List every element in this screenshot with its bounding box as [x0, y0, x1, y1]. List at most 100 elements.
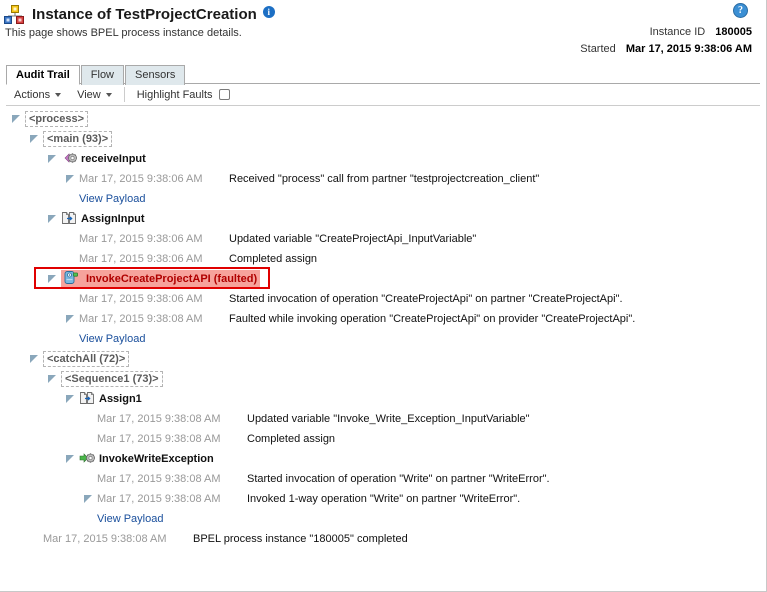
receive-gear-icon	[61, 151, 78, 168]
faulted-activity-highlight[interactable]: InvokeCreateProjectAPI (faulted)	[61, 270, 261, 288]
highlight-faults-control[interactable]: Highlight Faults	[129, 84, 238, 105]
help-icon[interactable]: ?	[733, 3, 748, 18]
tab-bar: Audit Trail Flow Sensors	[6, 64, 760, 85]
tree-node-activity: receiveInput	[6, 149, 760, 169]
event-detail: Completed assign	[247, 433, 336, 445]
actions-menu[interactable]: Actions	[6, 84, 69, 105]
audit-trail-tree: <process> <main (93)> receiveInput Mar 17, …	[6, 106, 760, 549]
view-menu[interactable]: View	[69, 84, 120, 105]
expand-triangle-icon[interactable]	[48, 154, 57, 164]
expand-triangle-icon[interactable]	[30, 134, 39, 144]
expand-triangle-icon[interactable]	[48, 374, 57, 384]
tree-node-label[interactable]: <catchAll (72)>	[43, 351, 130, 367]
event-timestamp: Mar 17, 2015 9:38:06 AM	[79, 253, 203, 265]
tab-sensors[interactable]: Sensors	[125, 65, 186, 85]
tree-node-scope: <Sequence1 (73)>	[6, 369, 760, 389]
expand-triangle-icon[interactable]	[84, 494, 93, 504]
view-payload-link[interactable]: View Payload	[79, 193, 145, 205]
event-detail: Received "process" call from partner "te…	[229, 173, 540, 185]
event-detail: Updated variable "CreateProjectApi_Input…	[229, 233, 477, 245]
event-timestamp: Mar 17, 2015 9:38:08 AM	[97, 473, 221, 485]
hierarchy-icon	[4, 4, 24, 24]
tree-node-scope: <catchAll (72)>	[6, 349, 760, 369]
invoke-icon	[64, 270, 79, 288]
expand-triangle-icon[interactable]	[48, 274, 57, 284]
tree-node-payload-link: View Payload	[6, 329, 760, 349]
highlight-faults-checkbox[interactable]	[218, 89, 230, 100]
highlight-faults-label: Highlight Faults	[136, 88, 213, 101]
tree-node-payload-link: View Payload	[6, 189, 760, 209]
event-detail: Completed assign	[229, 253, 318, 265]
tree-node-label: InvokeCreateProjectAPI (faulted)	[86, 273, 258, 285]
tree-node-event: Mar 17, 2015 9:38:06 AM Started invocatio…	[6, 289, 760, 309]
tree-node-label[interactable]: receiveInput	[81, 153, 146, 165]
instance-meta: Instance ID 180005 Started Mar 17, 2015 …	[580, 24, 752, 58]
tree-node-event: Mar 17, 2015 9:38:08 AM Faulted while inv…	[6, 309, 760, 329]
view-label: View	[77, 88, 101, 101]
tab-audit-trail[interactable]: Audit Trail	[6, 65, 80, 85]
event-timestamp: Mar 17, 2015 9:38:08 AM	[79, 313, 203, 325]
title-row: Instance of TestProjectCreation i	[0, 4, 766, 24]
expand-triangle-icon[interactable]	[66, 314, 75, 324]
invoke-gear-icon	[79, 451, 96, 468]
tree-node-event: Mar 17, 2015 9:38:08 AM Updated variable …	[6, 409, 760, 429]
tree-node-event: Mar 17, 2015 9:38:08 AM Completed assign	[6, 429, 760, 449]
event-timestamp: Mar 17, 2015 9:38:08 AM	[97, 433, 221, 445]
event-detail: Invoked 1-way operation "Write" on partn…	[247, 493, 521, 505]
event-detail: Started invocation of operation "Write" …	[247, 473, 550, 485]
view-payload-link[interactable]: View Payload	[97, 513, 163, 525]
event-detail: Updated variable "Invoke_Write_Exception…	[247, 413, 530, 425]
event-timestamp: Mar 17, 2015 9:38:08 AM	[97, 413, 221, 425]
chevron-down-icon	[105, 92, 112, 97]
info-icon[interactable]: i	[262, 6, 275, 18]
tree-node-event: Mar 17, 2015 9:38:08 AM BPEL process inst…	[6, 529, 760, 549]
tree-node-label[interactable]: <process>	[25, 111, 89, 127]
event-timestamp: Mar 17, 2015 9:38:06 AM	[79, 173, 203, 185]
expand-triangle-icon[interactable]	[12, 114, 21, 124]
event-timestamp: Mar 17, 2015 9:38:08 AM	[97, 493, 221, 505]
tree-node-event: Mar 17, 2015 9:38:06 AM Updated variable …	[6, 229, 760, 249]
tree-node-event: Mar 17, 2015 9:38:08 AM Started invocatio…	[6, 469, 760, 489]
started-value: Mar 17, 2015 9:38:06 AM	[625, 43, 752, 55]
tree-node-event: Mar 17, 2015 9:38:06 AM Received "process…	[6, 169, 760, 189]
started-label: Started	[580, 43, 616, 55]
expand-triangle-icon[interactable]	[66, 394, 75, 404]
assign-icon	[79, 391, 95, 408]
started-row: Started Mar 17, 2015 9:38:06 AM	[580, 41, 752, 58]
tree-node-faulted: InvokeCreateProjectAPI (faulted)	[6, 269, 760, 289]
tree-node-label[interactable]: <main (93)>	[43, 131, 113, 147]
tree-node-label[interactable]: InvokeWriteException	[99, 453, 214, 465]
event-detail: Faulted while invoking operation "Create…	[229, 313, 636, 325]
instance-id-label: Instance ID	[649, 26, 706, 38]
page-title: Instance of TestProjectCreation	[32, 5, 257, 23]
event-timestamp: Mar 17, 2015 9:38:06 AM	[79, 233, 203, 245]
tree-node-activity: InvokeWriteException	[6, 449, 760, 469]
tab-flow[interactable]: Flow	[80, 65, 125, 85]
toolbar-divider	[123, 87, 125, 102]
expand-triangle-icon[interactable]	[66, 454, 75, 464]
tab-label: Flow	[90, 69, 115, 81]
chevron-down-icon	[55, 92, 62, 97]
tree-node-activity: AssignInput	[6, 209, 760, 229]
page-root: Instance of TestProjectCreation i This p…	[0, 0, 767, 592]
expand-triangle-icon[interactable]	[48, 214, 57, 224]
expand-triangle-icon[interactable]	[30, 354, 39, 364]
tree-node-label[interactable]: <Sequence1 (73)>	[61, 371, 163, 387]
tree-node-label[interactable]: Assign1	[99, 393, 142, 405]
expand-triangle-icon[interactable]	[66, 174, 75, 184]
view-payload-link[interactable]: View Payload	[79, 333, 145, 345]
tree-node-event: Mar 17, 2015 9:38:06 AM Completed assign	[6, 249, 760, 269]
tree-node-label[interactable]: AssignInput	[81, 213, 145, 225]
page-header: Instance of TestProjectCreation i This p…	[0, 0, 766, 62]
assign-icon	[61, 211, 77, 228]
tree-node-event: Mar 17, 2015 9:38:08 AM Invoked 1-way ope…	[6, 489, 760, 509]
